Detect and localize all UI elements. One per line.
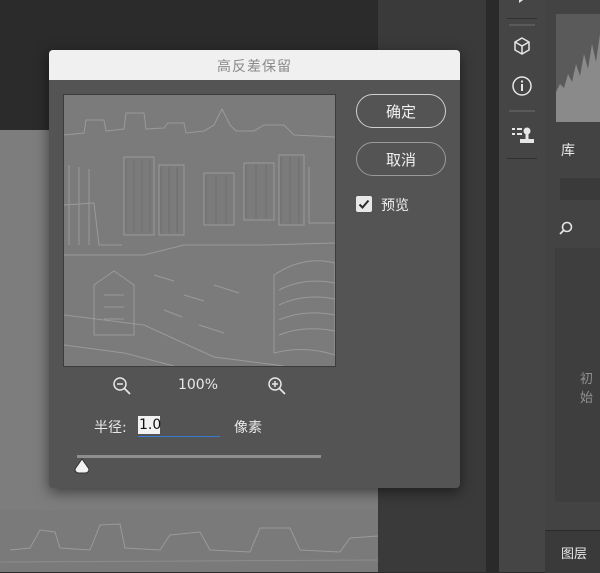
info-icon[interactable] xyxy=(499,66,545,106)
checkmark-icon xyxy=(358,199,370,209)
high-pass-dialog: 高反差保留 确定 取消 预览 100% 半径: 1.0 像素 xyxy=(49,50,460,488)
preview-label[interactable]: 预览 xyxy=(381,195,409,215)
3d-cube-icon[interactable] xyxy=(499,26,545,66)
histogram xyxy=(556,14,600,122)
panel-separator xyxy=(507,18,537,19)
zoom-out-icon[interactable] xyxy=(112,376,132,400)
library-empty-text: 初始 xyxy=(580,372,594,406)
radius-slider-track[interactable] xyxy=(77,455,321,458)
play-icon[interactable] xyxy=(499,0,545,18)
preview-checkbox[interactable] xyxy=(356,196,372,212)
radius-slider-thumb[interactable] xyxy=(73,458,91,478)
library-tab[interactable]: 库 xyxy=(561,140,575,160)
cancel-button[interactable]: 取消 xyxy=(356,142,446,176)
panel-separator xyxy=(507,158,537,159)
library-dropdown[interactable] xyxy=(560,178,600,200)
radius-unit-label: 像素 xyxy=(234,420,262,436)
layers-tab[interactable]: 图层 xyxy=(561,543,587,562)
panel-grip[interactable] xyxy=(509,110,535,112)
dialog-title: 高反差保留 xyxy=(217,59,292,75)
zoom-level: 100% xyxy=(177,377,219,393)
filter-preview[interactable] xyxy=(63,94,336,367)
search-icon[interactable] xyxy=(559,220,573,239)
clone-source-icon[interactable] xyxy=(499,116,545,156)
document-canvas-bottom xyxy=(0,510,378,572)
ok-button[interactable]: 确定 xyxy=(356,94,446,128)
panel-icon-column xyxy=(498,0,546,572)
zoom-in-icon[interactable] xyxy=(267,376,287,400)
radius-label: 半径: xyxy=(94,420,127,436)
radius-value: 1.0 xyxy=(139,417,162,433)
panel-divider[interactable] xyxy=(486,0,498,572)
